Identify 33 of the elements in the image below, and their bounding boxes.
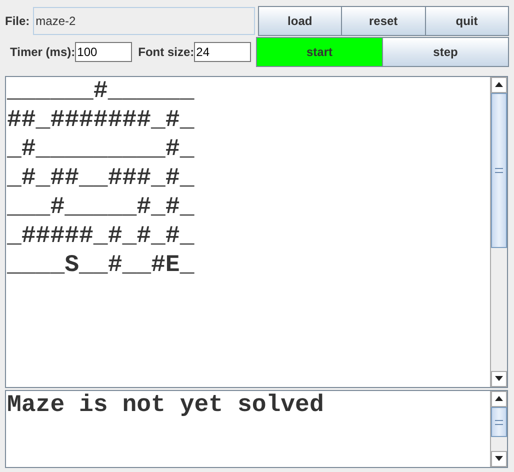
maze-row-text: ___#_____#_#_ [7,193,196,222]
status-text-area[interactable]: Maze is not yet solved [5,390,508,468]
scroll-thumb[interactable] [491,407,507,437]
timer-label: Timer (ms): [10,45,76,59]
maze-row-text: ____S__#__#E_ [7,251,196,280]
up-triangle-icon [495,82,503,87]
scroll-down-button[interactable] [491,451,507,467]
maze-text-area[interactable]: ______#______ ##_#######_#_ _#_________#_ _#_##__###_#_ ___#_____#_#_ _#####_#_#_#_ ____S__#__#E_ [5,76,508,388]
reset-button[interactable]: reset [341,6,426,36]
quit-button[interactable]: quit [424,6,509,36]
font-size-field[interactable]: 24 [194,42,252,62]
timer-field[interactable]: 100 [75,42,132,62]
maze-row-text: _#_##__###_#_ [7,164,196,193]
down-triangle-icon [495,456,503,461]
maze-row-text: _#_________#_ [7,135,196,164]
maze-row-text: _#####_#_#_#_ [7,222,196,251]
down-triangle-icon [495,376,503,381]
vertical-scrollbar[interactable] [490,391,507,467]
load-button[interactable]: load [258,6,342,36]
status-message: Maze is not yet solved [7,391,325,420]
maze-row-text: ##_#######_#_ [7,106,196,135]
start-button[interactable]: start [256,37,383,67]
maze-row-text: ______#______ [7,77,196,106]
step-button[interactable]: step [382,37,509,67]
vertical-scrollbar[interactable] [490,77,507,387]
scroll-thumb[interactable] [491,93,507,248]
scroll-up-button[interactable] [491,77,507,93]
file-field[interactable]: maze-2 [32,7,255,35]
scroll-up-button[interactable] [491,391,507,407]
up-triangle-icon [495,396,503,401]
file-label: File: [5,14,30,28]
font-size-label: Font size: [138,45,194,59]
scroll-down-button[interactable] [491,371,507,387]
